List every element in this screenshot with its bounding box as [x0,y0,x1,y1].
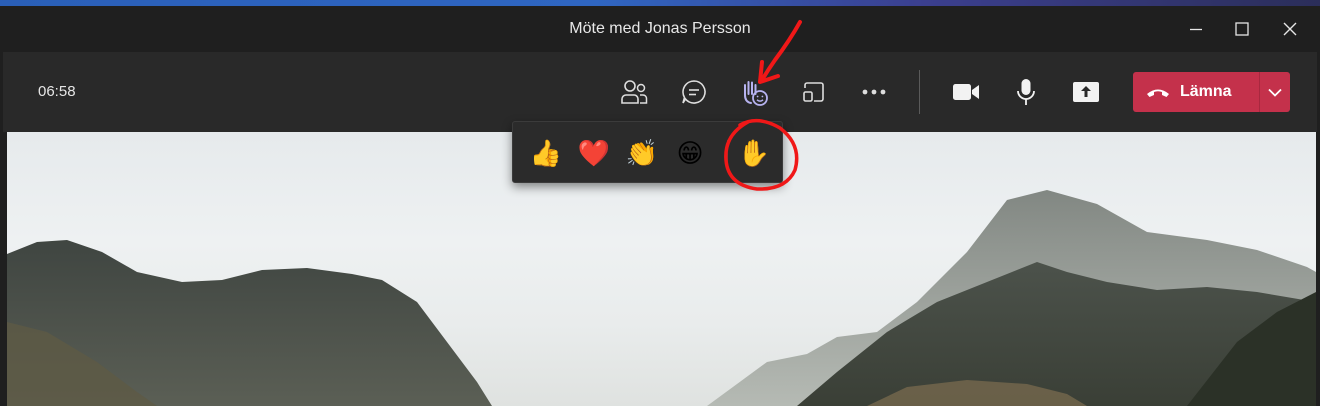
minimize-icon [1190,28,1202,31]
close-icon [1283,22,1297,36]
leave-options-button[interactable] [1260,72,1290,112]
close-button[interactable] [1267,6,1313,52]
minimize-button[interactable] [1173,6,1219,52]
reaction-like-button[interactable]: 👍 [529,136,563,170]
microphone-icon [1017,79,1035,105]
reactions-popup: 👍 ❤️ 👏 😁 ✋ [512,121,783,183]
reaction-laugh-button[interactable]: 😁 [673,136,707,170]
reaction-heart-button[interactable]: ❤️ [577,136,611,170]
thumbs-up-icon: 👍 [529,138,563,168]
more-icon [862,89,886,95]
camera-icon [953,84,979,100]
window-title: Möte med Jonas Persson [569,20,751,37]
meeting-window: Möte med Jonas Persson 06:58 Lämna 👍 ❤️ … [3,6,1317,406]
chat-icon [682,80,706,104]
raise-hand-button[interactable]: ✋ [737,136,771,170]
camera-button[interactable] [946,72,986,112]
toolbar-divider [919,70,920,114]
participants-button[interactable] [614,72,654,112]
chat-button[interactable] [674,72,714,112]
hang-up-icon [1147,89,1169,97]
chevron-down-icon [1268,88,1282,97]
leave-label: Lämna [1180,83,1232,100]
view-button[interactable] [794,72,834,112]
share-tray-icon [803,82,824,102]
raise-hand-reactions-icon [744,81,768,106]
clapping-hands-icon: 👏 [625,138,659,168]
reactions-button[interactable] [734,72,774,112]
laughing-face-icon: 😁 [676,138,704,168]
leave-button-group: Lämna [1133,72,1290,112]
leave-button[interactable]: Lämna [1133,72,1259,112]
more-actions-button[interactable] [854,72,894,112]
heart-icon: ❤️ [577,138,611,168]
microphone-button[interactable] [1006,72,1046,112]
meeting-toolbar: 06:58 Lämna [3,52,1317,132]
reaction-applause-button[interactable]: 👏 [625,136,659,170]
meeting-timer: 06:58 [38,83,76,100]
share-screen-icon [1073,82,1099,102]
reactions-divider [727,140,728,168]
maximize-icon [1235,22,1249,36]
raised-hand-icon: ✋ [737,138,771,168]
maximize-button[interactable] [1219,6,1265,52]
people-icon [621,80,648,104]
title-bar: Möte med Jonas Persson [3,6,1317,52]
share-screen-button[interactable] [1066,72,1106,112]
